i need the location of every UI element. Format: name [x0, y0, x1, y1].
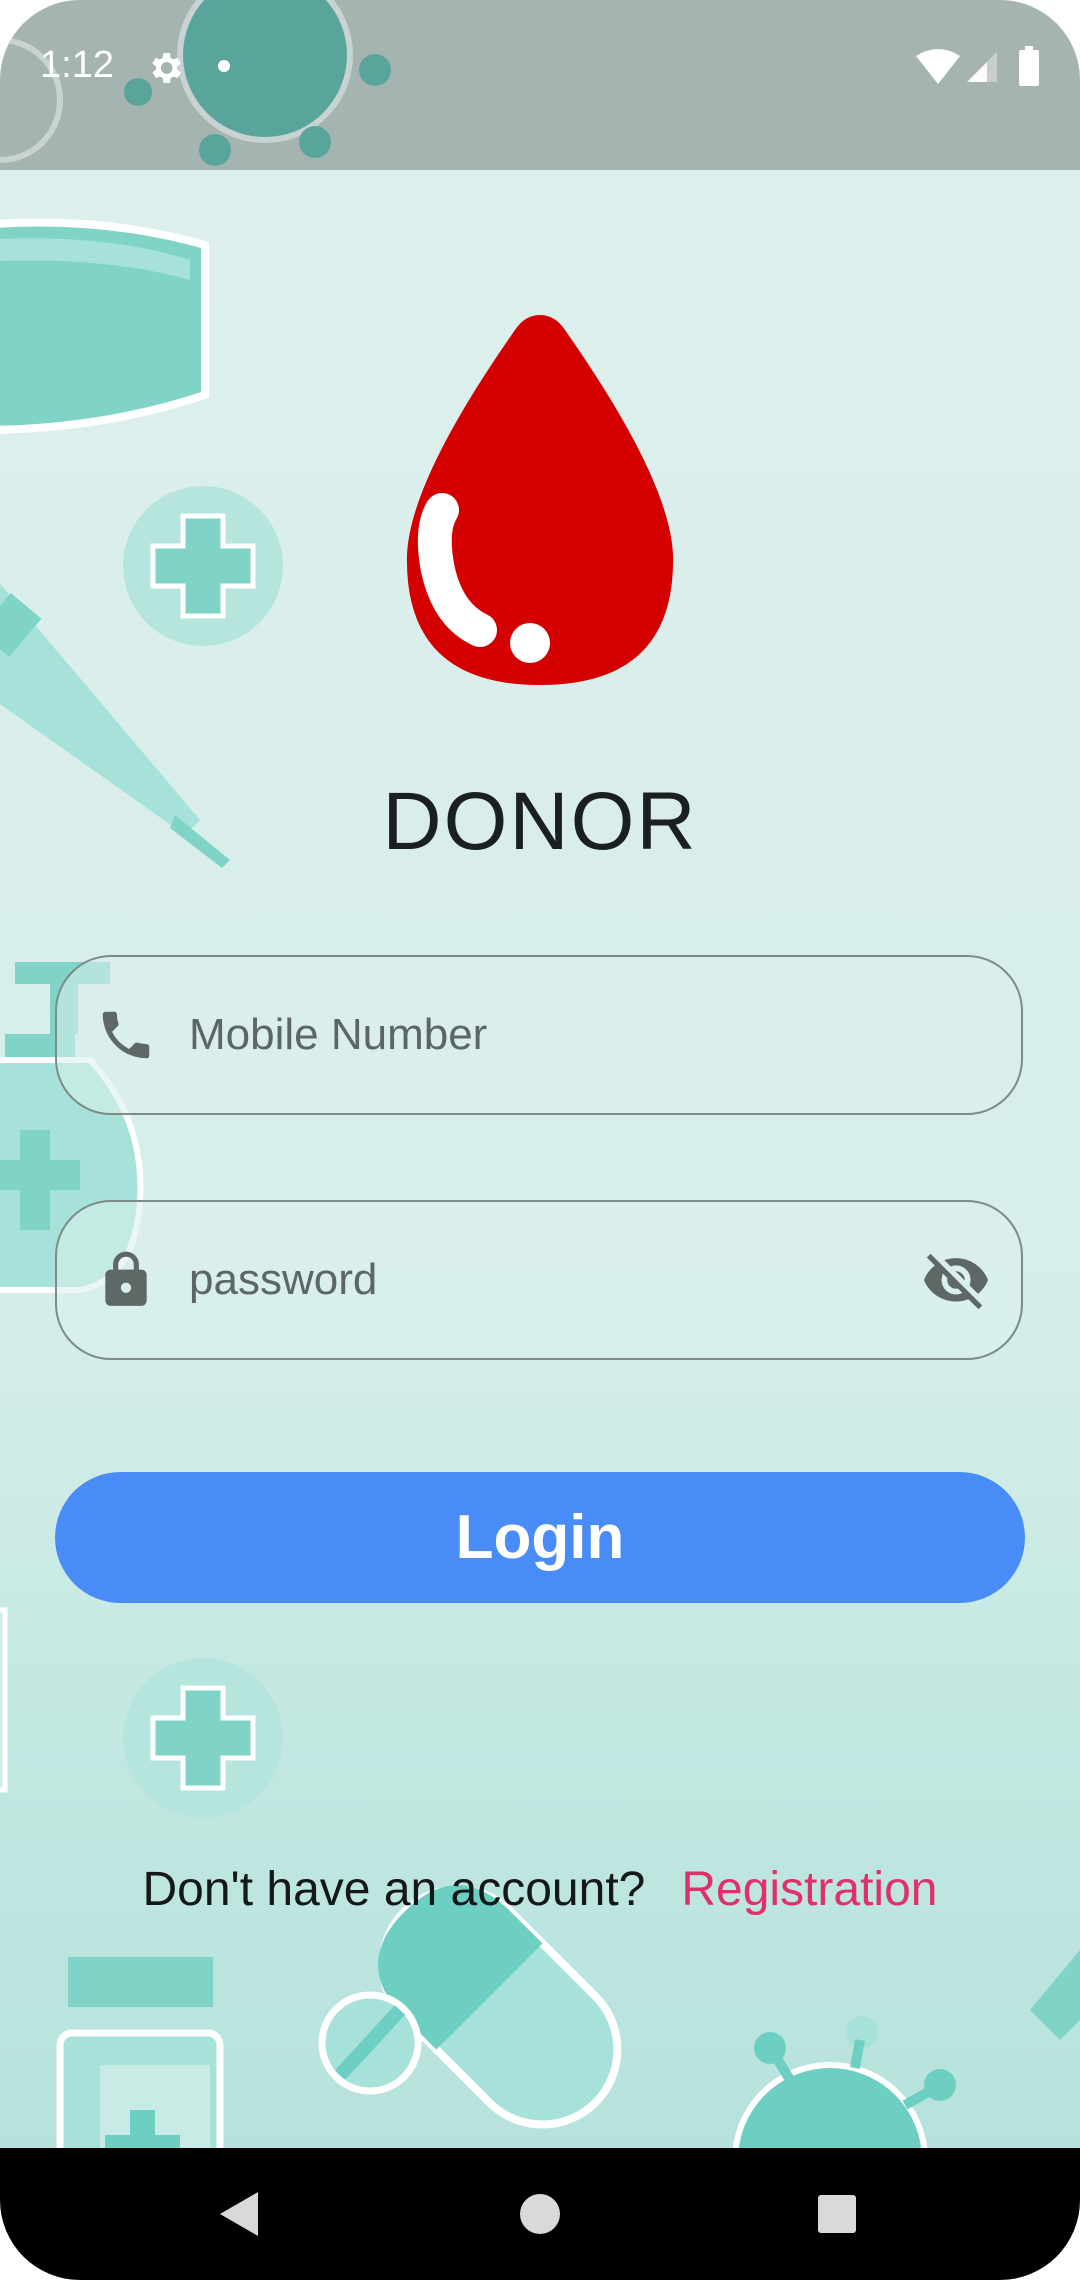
registration-link[interactable]: Registration — [681, 1863, 937, 1916]
password-field[interactable]: password — [55, 1200, 1023, 1360]
eye-off-icon[interactable] — [921, 1245, 991, 1315]
lock-icon — [105, 1251, 147, 1306]
status-time: 1:12 — [40, 44, 114, 86]
password-placeholder: password — [189, 1255, 378, 1304]
wifi-icon — [916, 49, 960, 84]
status-bar: 1:12 — [0, 0, 1080, 170]
login-button[interactable]: Login — [55, 1472, 1025, 1603]
recents-icon[interactable] — [817, 2194, 857, 2234]
battery-icon — [1019, 46, 1039, 86]
phone-icon — [102, 1011, 150, 1059]
cell-signal-icon — [967, 52, 997, 82]
register-question: Don't have an account? — [142, 1863, 646, 1916]
app-title: DONOR — [382, 776, 698, 867]
home-icon[interactable] — [518, 2192, 562, 2236]
gear-icon — [152, 53, 181, 83]
back-icon[interactable] — [218, 2190, 262, 2238]
mobile-number-placeholder: Mobile Number — [189, 1010, 488, 1059]
notification-dot-icon — [218, 60, 230, 72]
navigation-bar — [0, 2148, 1080, 2280]
blood-drop-icon — [406, 315, 674, 685]
mobile-number-field[interactable]: Mobile Number — [55, 955, 1023, 1115]
register-prompt: Don't have an account? Registration — [0, 1862, 1080, 1917]
login-screen: 1:12 DONOR Mobile Number password Login … — [0, 0, 1080, 2280]
